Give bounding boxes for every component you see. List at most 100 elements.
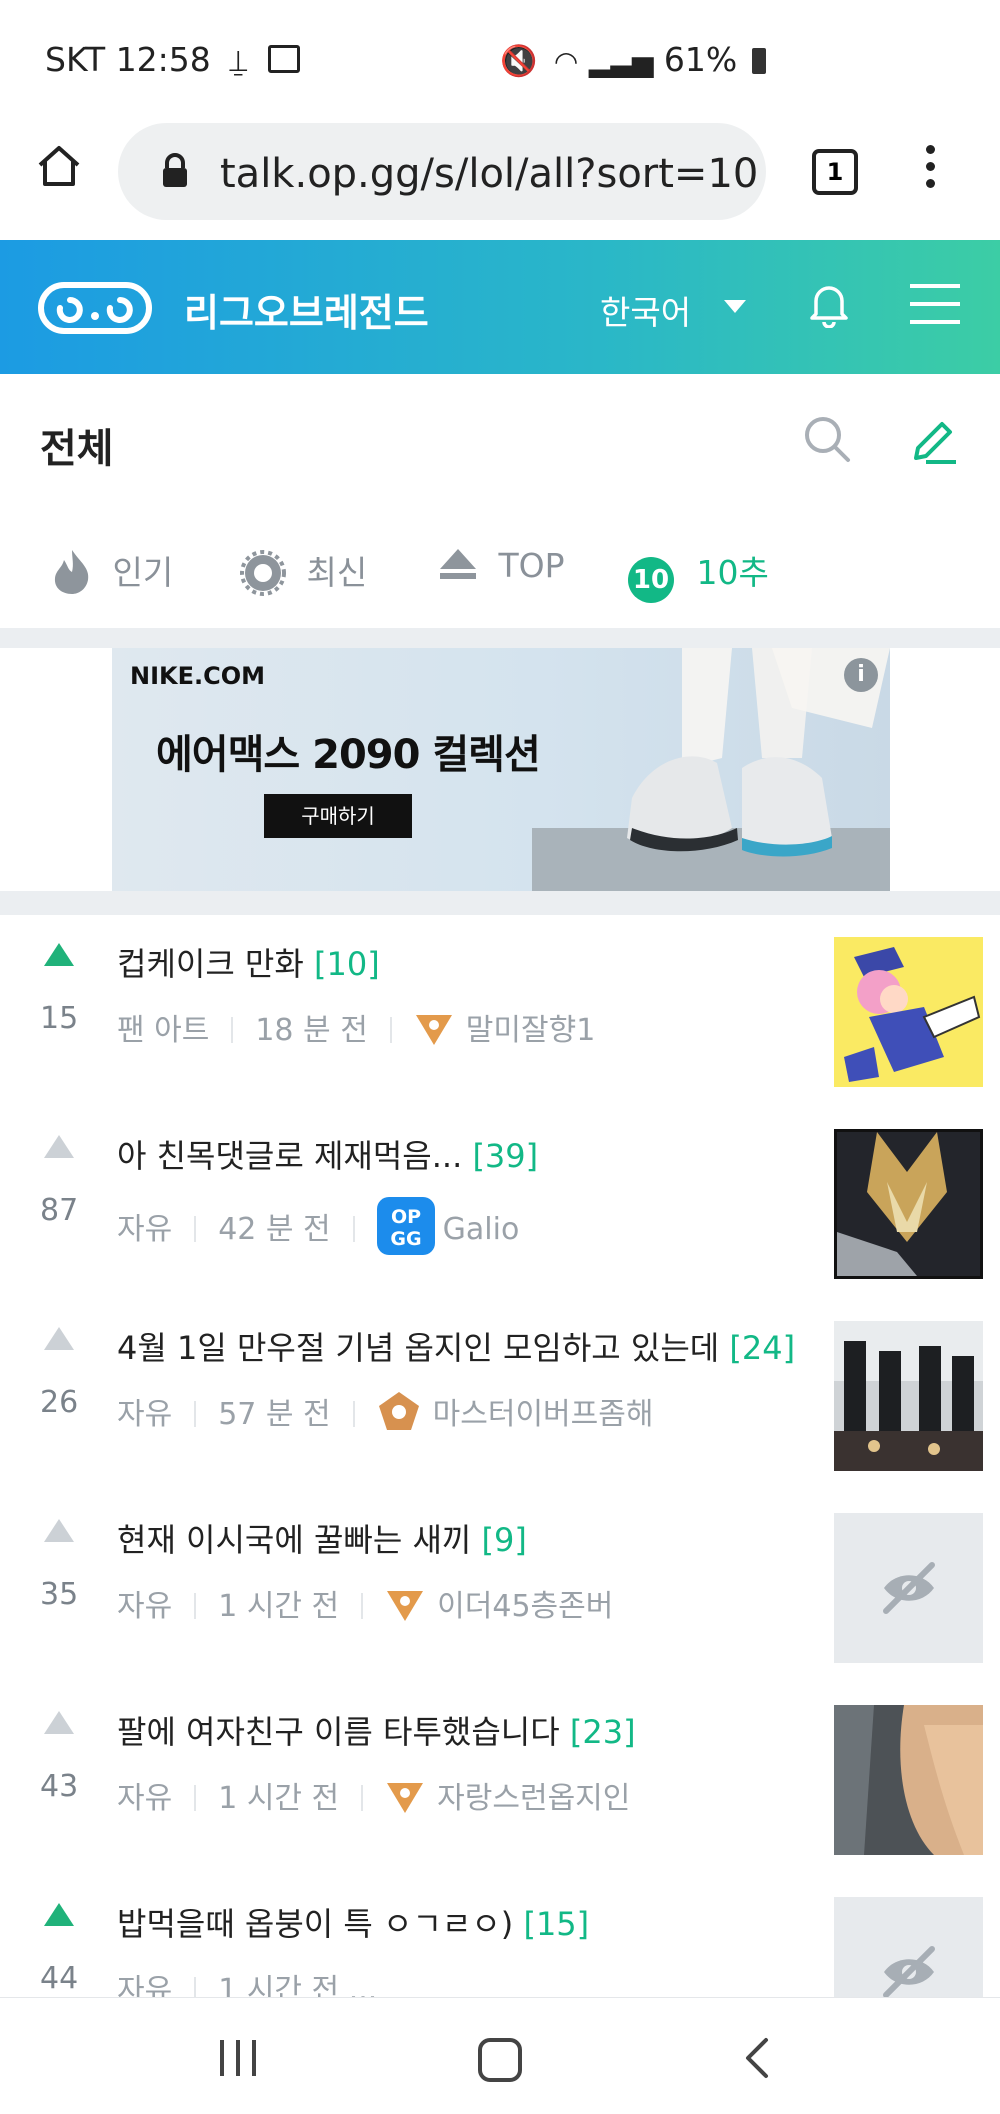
home-button-icon[interactable] (478, 2038, 522, 2082)
post-meta: 자유 1 시간 전 ... (117, 1965, 377, 1997)
post-thumbnail[interactable] (834, 937, 983, 1087)
post-item[interactable]: 43 팔에 여자친구 이름 타투했습니다 [23] 자유 1 시간 전 자랑스런옵지… (0, 1683, 1000, 1877)
tab-latest[interactable]: 최신 (240, 546, 367, 596)
opgg-logo-icon[interactable] (38, 282, 152, 334)
url-text: talk.op.gg/s/lol/all?sort=10 (220, 151, 759, 197)
post-category: 팬 아트 (117, 1013, 210, 1048)
post-title-text: 현재 이시국에 꿀빠는 새끼 (117, 1521, 472, 1559)
author-name[interactable]: Galio (443, 1212, 520, 1247)
opgg-badge-icon: OPGG (376, 1197, 435, 1255)
tab-popular[interactable]: 인기 (50, 546, 173, 596)
post-meta: 자유 1 시간 전 이더45층존버 (117, 1581, 613, 1625)
comment-count: [39] (472, 1137, 539, 1175)
divider (194, 1785, 197, 1811)
comment-count: [9] (481, 1521, 527, 1559)
tab-10-upvotes[interactable]: 10 10추 (628, 546, 769, 603)
comment-count: [10] (313, 945, 380, 983)
author-name[interactable]: 이더45층존버 (437, 1589, 613, 1624)
chevron-down-icon[interactable] (724, 300, 746, 313)
rank-badge-icon (387, 1591, 424, 1621)
hamburger-menu-icon[interactable] (910, 284, 960, 324)
language-selector[interactable]: 한국어 (600, 286, 691, 334)
vote-count: 44 (40, 1961, 79, 1996)
recent-apps-icon[interactable] (218, 2040, 258, 2076)
gear-icon (240, 550, 286, 596)
ad-headline: 에어맥스 2090 컬렉션 (156, 732, 541, 778)
divider (194, 1977, 197, 1997)
divider (231, 1017, 234, 1043)
carrier: SKT (45, 40, 106, 79)
ad-brand: NIKE.COM (130, 662, 266, 690)
post-item[interactable]: 35 현재 이시국에 꿀빠는 새끼 [9] 자유 1 시간 전 이더45층존버 (0, 1491, 1000, 1685)
tab-top[interactable]: TOP (438, 546, 565, 585)
svg-text:OP: OP (391, 1206, 421, 1228)
post-title-text: 밥먹을때 옵붕이 특 ㅇㄱㄹㅇ) (117, 1905, 514, 1943)
author-name[interactable]: 자랑스런옵지인 (437, 1781, 630, 1816)
tab-label: 인기 (112, 553, 174, 592)
post-thumbnail[interactable] (834, 1513, 983, 1663)
upvote-icon[interactable] (44, 943, 74, 966)
divider (389, 1017, 392, 1043)
tab-switcher-button[interactable]: 1 (812, 149, 858, 195)
post-category: 자유 (117, 1973, 173, 1997)
upvote-icon[interactable] (44, 1135, 74, 1158)
post-thumbnail[interactable] (834, 1897, 983, 1997)
tab-label: 최신 (306, 553, 368, 592)
url-field[interactable]: talk.op.gg/s/lol/all?sort=10 (118, 123, 766, 220)
comment-count: [15] (523, 1905, 590, 1943)
vote-count: 43 (40, 1769, 79, 1804)
post-title[interactable]: 4월 1일 만우절 기념 옵지인 모임하고 있는데 [24] (117, 1323, 795, 1369)
ad-cta-button[interactable]: 구매하기 (264, 794, 412, 838)
author-name[interactable]: 마스터이버프좀해 (433, 1397, 654, 1432)
up-triangle-icon (440, 549, 476, 579)
badge-10: 10 (628, 557, 674, 603)
vote-count: 15 (40, 1001, 79, 1036)
post-title[interactable]: 아 친목댓글로 제재먹음... [39] (117, 1131, 538, 1177)
author-name[interactable]: 말미잘향1 (466, 1013, 596, 1048)
image-icon (267, 45, 300, 73)
divider (0, 891, 1000, 915)
home-icon[interactable] (36, 143, 82, 189)
post-item[interactable]: 87 아 친목댓글로 제재먹음... [39] 자유 42 분 전 OP GG Gali… (0, 1107, 1000, 1301)
party-photo-image (834, 1321, 983, 1471)
post-item[interactable]: 44 밥먹을때 옵붕이 특 ㅇㄱㄹㅇ) [15] 자유 1 시간 전 ... (0, 1875, 1000, 1997)
svg-text:GG: GG (390, 1228, 421, 1250)
divider (361, 1785, 364, 1811)
vote-count: 26 (40, 1385, 79, 1420)
post-time: 42 분 전 (218, 1212, 331, 1247)
page-title: 전체 (40, 426, 114, 472)
galio-image (837, 1132, 980, 1276)
post-time: 1 시간 전 ... (218, 1973, 378, 1997)
upvote-icon[interactable] (44, 1519, 74, 1542)
bell-icon[interactable] (808, 280, 850, 328)
post-title[interactable]: 밥먹을때 옵붕이 특 ㅇㄱㄹㅇ) [15] (117, 1899, 589, 1945)
post-title[interactable]: 현재 이시국에 꿀빠는 새끼 [9] (117, 1515, 527, 1561)
back-icon[interactable] (742, 2036, 772, 2080)
site-name[interactable]: 리그오브레전드 (184, 282, 429, 337)
post-item[interactable]: 26 4월 1일 만우절 기념 옵지인 모임하고 있는데 [24] 자유 57 분… (0, 1299, 1000, 1493)
post-category: 자유 (117, 1212, 173, 1247)
divider (194, 1593, 197, 1619)
write-pencil-icon[interactable] (906, 414, 960, 468)
post-title[interactable]: 팔에 여자친구 이름 타투했습니다 [23] (117, 1707, 636, 1753)
battery-icon (751, 48, 766, 74)
post-title-text: 팔에 여자친구 이름 타투했습니다 (117, 1713, 560, 1751)
more-menu-icon[interactable] (926, 145, 936, 188)
post-thumbnail[interactable] (834, 1321, 983, 1471)
upvote-icon[interactable] (44, 1711, 74, 1734)
post-title[interactable]: 컵케이크 만화 [10] (117, 939, 380, 985)
battery-level: 61% (663, 40, 738, 79)
search-icon[interactable] (802, 414, 852, 464)
ad-info-icon[interactable]: i (844, 658, 878, 692)
post-thumbnail[interactable] (834, 1129, 983, 1279)
vote-count: 35 (40, 1577, 79, 1612)
sneaker-image (532, 648, 890, 891)
post-thumbnail[interactable] (834, 1705, 983, 1855)
post-item[interactable]: 15 컵케이크 만화 [10] 팬 아트 18 분 전 말미잘향1 (0, 915, 1000, 1109)
ad-banner[interactable]: NIKE.COM 에어맥스 2090 컬렉션 구매하기 i (112, 648, 890, 891)
wifi-icon: ◠ (553, 45, 579, 78)
sort-tabs: 인기 최신 TOP 10 10추 (0, 514, 1000, 629)
upvote-icon[interactable] (44, 1903, 74, 1926)
upvote-icon[interactable] (44, 1327, 74, 1350)
rank-badge-icon (378, 1392, 419, 1430)
